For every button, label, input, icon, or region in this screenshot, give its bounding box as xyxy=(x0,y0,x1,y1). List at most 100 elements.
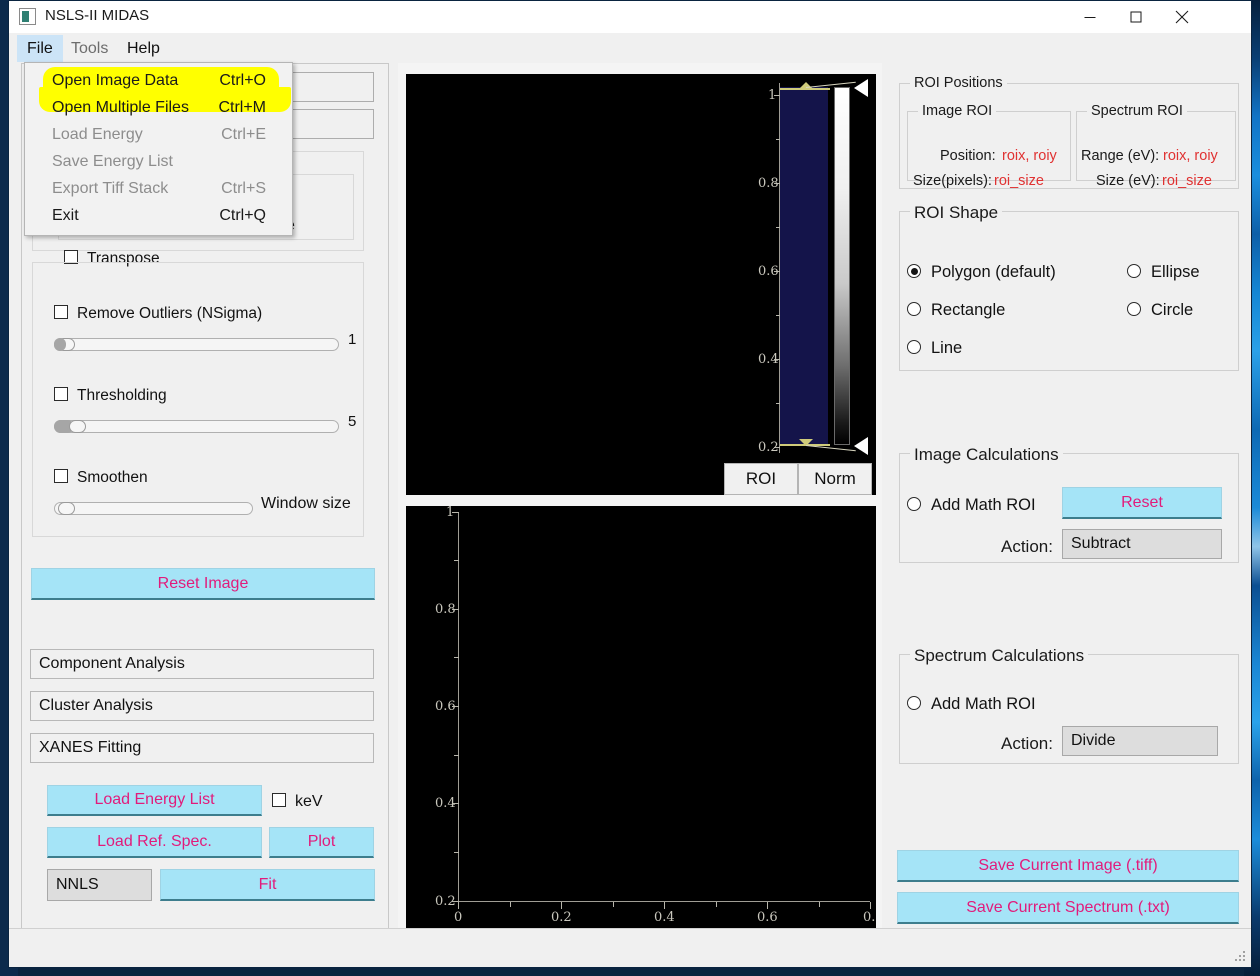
image-view-button-row: ROI Norm xyxy=(724,463,872,495)
roi-shape-option-circle[interactable]: Circle xyxy=(1127,301,1193,319)
menu-tools[interactable]: Tools xyxy=(61,35,118,62)
lut-gradient-bar[interactable] xyxy=(834,87,850,445)
spectrum-add-math-roi-label: Add Math ROI xyxy=(907,496,1036,514)
lut-gradient-max-arrow[interactable] xyxy=(854,79,868,97)
menu-item-save-energy-list[interactable]: Save Energy List xyxy=(25,148,292,175)
lut-histogram-region[interactable] xyxy=(780,87,828,445)
spectrum-y-tick xyxy=(454,852,459,853)
fit-button[interactable]: Fit xyxy=(160,869,375,901)
lut-tick xyxy=(776,139,780,140)
roi-shape-line-label: Line xyxy=(907,339,962,357)
menu-item-label: Export Tiff Stack xyxy=(52,180,169,197)
minimize-icon[interactable] xyxy=(1067,1,1113,33)
menu-item-load-energy[interactable]: Load Energy Ctrl+E xyxy=(25,121,292,148)
app-icon xyxy=(19,8,36,25)
histogram-lut-widget[interactable]: 1 0.8 0.6 0.4 0.2 xyxy=(758,79,872,474)
menu-bar: File Tools Help xyxy=(9,33,1251,63)
image-roi-group: Image ROI xyxy=(907,103,1071,181)
image-roi-size-label: Size(pixels): xyxy=(913,173,992,189)
lut-min-connector xyxy=(805,445,856,452)
spectrum-x-tick xyxy=(870,902,871,909)
norm-button[interactable]: Norm xyxy=(798,463,872,495)
roi-shape-rectangle-label: Rectangle xyxy=(907,301,1005,319)
roi-button[interactable]: ROI xyxy=(724,463,798,495)
menu-item-export-tiff-stack[interactable]: Export Tiff Stack Ctrl+S xyxy=(25,175,292,202)
menu-item-shortcut: Ctrl+Q xyxy=(219,207,266,224)
image-calculations-reset-button[interactable]: Reset xyxy=(1062,487,1222,519)
close-icon[interactable] xyxy=(1159,1,1205,33)
roi-shape-option-ellipse[interactable]: Ellipse xyxy=(1127,263,1200,281)
image-roi-title: Image ROI xyxy=(918,103,997,119)
lut-tick-label: 0.2 xyxy=(758,440,779,455)
image-calculations-action-label: Action: xyxy=(1001,537,1053,556)
save-current-spectrum-button[interactable]: Save Current Spectrum (.txt) xyxy=(897,892,1239,924)
spectrum-roi-group: Spectrum ROI xyxy=(1076,103,1236,181)
menu-item-label: Exit xyxy=(52,207,79,224)
lut-tick-label: 0.8 xyxy=(758,176,779,191)
right-control-panel: ROI Positions Image ROI Position: roix, … xyxy=(893,63,1243,943)
spectrum-x-tick xyxy=(819,902,820,907)
spectrum-view[interactable]: 1 0.8 0.6 0.4 0.2 0 0.2 0.4 0.6 0. xyxy=(406,505,876,931)
menu-item-open-multiple-files[interactable]: Open Multiple Files Ctrl+M xyxy=(25,94,292,121)
spectrum-y-label: 0.2 xyxy=(435,894,456,909)
main-window: NSLS-II MIDAS File Tools Help e Transpos… xyxy=(8,0,1252,968)
cluster-analysis-button[interactable]: Cluster Analysis xyxy=(30,691,374,721)
menu-item-label: Save Energy List xyxy=(52,153,173,170)
spectrum-add-math-roi-radio[interactable]: Add Math ROI xyxy=(907,496,1036,514)
menu-help[interactable]: Help xyxy=(117,35,170,62)
image-roi-position-value: roix, roiy xyxy=(1002,148,1057,164)
menu-item-exit[interactable]: Exit Ctrl+Q xyxy=(25,202,292,229)
center-view-area: 1 0.8 0.6 0.4 0.2 ROI Norm 1 0.8 0.6 0.4… xyxy=(398,63,882,943)
lut-gradient-min-arrow[interactable] xyxy=(854,437,868,455)
title-bar: NSLS-II MIDAS xyxy=(9,1,1251,33)
maximize-icon[interactable] xyxy=(1113,1,1159,33)
menu-item-label: Open Image Data xyxy=(52,72,179,89)
image-calculations-title: Image Calculations xyxy=(910,445,1063,465)
roi-shape-option-rectangle[interactable]: Rectangle xyxy=(907,301,1005,319)
spectrum-roi-range-label: Range (eV): xyxy=(1081,148,1160,164)
roi-positions-title: ROI Positions xyxy=(910,75,1007,91)
lut-tick xyxy=(776,403,780,404)
menu-file[interactable]: File xyxy=(17,35,63,62)
spectrum-x-label: 0. xyxy=(863,910,876,925)
roi-shape-option-polygon[interactable]: Polygon (default) xyxy=(907,263,1056,281)
xanes-fitting-button[interactable]: XANES Fitting xyxy=(30,733,374,763)
lut-tick-label: 1 xyxy=(768,88,777,103)
kev-checkbox[interactable]: keV xyxy=(272,793,323,810)
file-dropdown-menu: Open Image Data Ctrl+O Open Multiple Fil… xyxy=(24,62,293,236)
load-ref-spec-button[interactable]: Load Ref. Spec. xyxy=(47,827,262,858)
spectrum-x-tick xyxy=(613,902,614,907)
image-calculations-action-select[interactable]: Subtract xyxy=(1062,529,1222,559)
save-current-image-button[interactable]: Save Current Image (.tiff) xyxy=(897,850,1239,882)
roi-shape-polygon-label: Polygon (default) xyxy=(907,263,1056,281)
spectrum-roi-size-label: Size (eV): xyxy=(1096,173,1160,189)
resize-grip[interactable] xyxy=(1234,951,1246,963)
roi-shape-title: ROI Shape xyxy=(910,203,1003,223)
spectrum-roi-size-value: roi_size xyxy=(1162,173,1212,189)
menu-item-label: Load Energy xyxy=(52,126,143,143)
spectrum-x-label: 0.2 xyxy=(551,910,572,925)
spectrum-roi-title: Spectrum ROI xyxy=(1087,103,1187,119)
kev-label: keV xyxy=(272,793,323,810)
roi-shape-option-line[interactable]: Line xyxy=(907,339,962,357)
spectrum-x-label: 0.6 xyxy=(757,910,778,925)
menu-item-shortcut: Ctrl+S xyxy=(221,180,266,197)
spectrum-y-tick xyxy=(454,560,459,561)
plot-button[interactable]: Plot xyxy=(269,827,374,858)
spectrum-calculations-action-select[interactable]: Divide xyxy=(1062,726,1218,756)
window-title: NSLS-II MIDAS xyxy=(45,7,150,24)
menu-item-shortcut: Ctrl+M xyxy=(218,99,266,116)
spectrum-x-tick xyxy=(664,902,665,909)
reset-image-button[interactable]: Reset Image xyxy=(31,568,375,600)
lut-tick-label: 0.4 xyxy=(758,352,779,367)
spectrum-x-tick xyxy=(716,902,717,907)
image-view[interactable]: 1 0.8 0.6 0.4 0.2 ROI Norm xyxy=(406,74,876,495)
load-energy-list-button[interactable]: Load Energy List xyxy=(47,785,262,816)
status-bar xyxy=(9,928,1251,967)
spectrum-y-label: 0.6 xyxy=(435,699,456,714)
roi-shape-ellipse-label: Ellipse xyxy=(1127,263,1200,281)
spectrum-y-label: 0.4 xyxy=(435,796,456,811)
filters-group xyxy=(32,262,364,537)
component-analysis-button[interactable]: Component Analysis xyxy=(30,649,374,679)
fit-method-select[interactable]: NNLS xyxy=(47,869,152,901)
